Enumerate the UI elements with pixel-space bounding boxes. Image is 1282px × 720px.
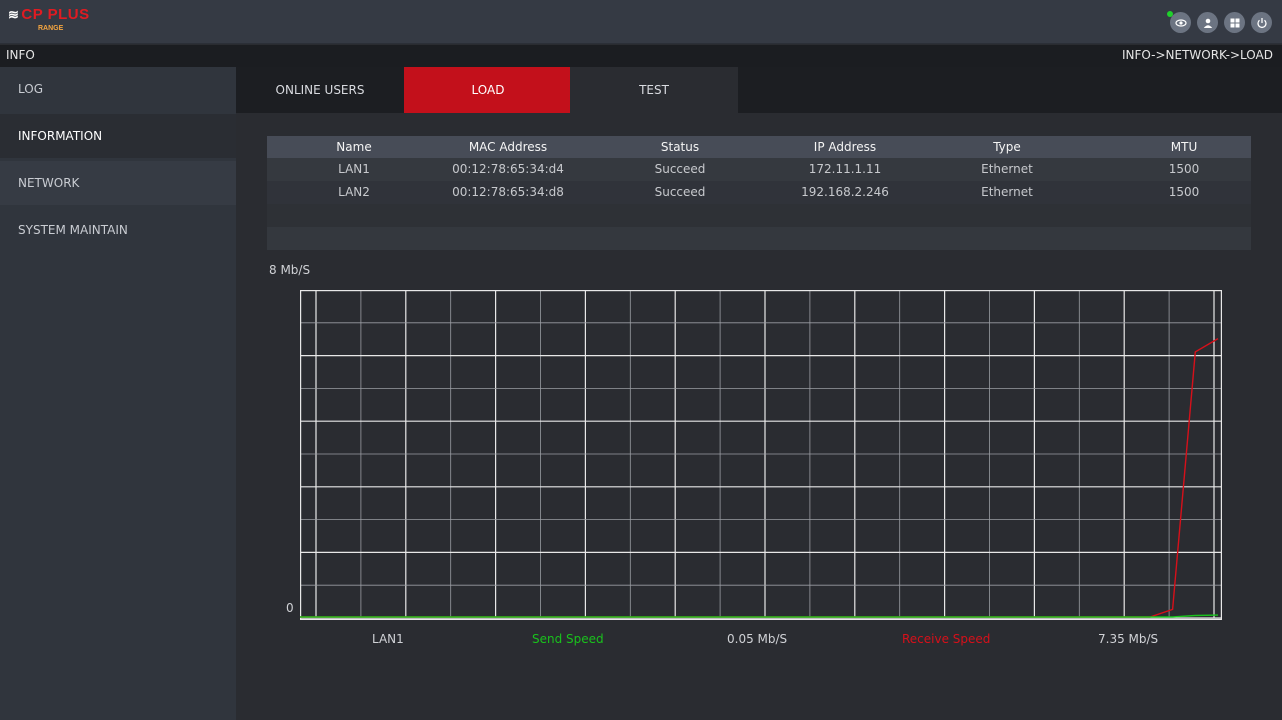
column-header-name: Name	[336, 140, 372, 154]
y-axis-max-label: 8 Mb/S	[269, 263, 311, 277]
sidebar-item-label: INFORMATION	[18, 129, 103, 143]
sidebar-item-system-maintain[interactable]: SYSTEM MAINTAIN	[0, 208, 236, 252]
sidebar-item-label: LOG	[18, 82, 44, 96]
sidebar-item-label: NETWORK	[18, 176, 80, 190]
top-bar: ≋ CP PLUS RANGE	[0, 0, 1282, 44]
table-row[interactable]: LAN1 00:12:78:65:34:d4 Succeed 172.11.1.…	[267, 158, 1251, 181]
page-title: INFO	[6, 48, 35, 62]
load-chart	[300, 290, 1222, 620]
grid-icon[interactable]	[1224, 12, 1245, 33]
brand-logo: ≋ CP PLUS RANGE	[8, 6, 90, 32]
power-icon[interactable]	[1251, 12, 1272, 33]
sidebar-item-information[interactable]: INFORMATION	[0, 114, 236, 158]
sidebar: LOG INFORMATION NETWORK SYSTEM MAINTAIN	[0, 67, 236, 720]
sidebar-item-log[interactable]: LOG	[0, 67, 236, 111]
logo-text: CP PLUS	[21, 6, 90, 23]
column-header-type: Type	[993, 140, 1021, 154]
legend-receive-label: Receive Speed	[902, 632, 991, 646]
tab-label: TEST	[639, 83, 669, 97]
tab-load[interactable]: LOAD	[404, 67, 572, 113]
tab-online-users[interactable]: ONLINE USERS	[236, 67, 404, 113]
table-row[interactable]: LAN2 00:12:78:65:34:d8 Succeed 192.168.2…	[267, 181, 1251, 204]
cell-mac: 00:12:78:65:34:d8	[452, 185, 564, 199]
info-bar: INFO INFO->NETWORK->LOAD	[0, 45, 1282, 67]
legend-receive-value: 7.35 Mb/S	[1098, 632, 1159, 646]
breadcrumb: INFO->NETWORK->LOAD	[1121, 48, 1273, 62]
eye-icon[interactable]	[1167, 11, 1191, 33]
column-header-mtu: MTU	[1170, 140, 1198, 154]
sidebar-item-label: SYSTEM MAINTAIN	[18, 223, 128, 237]
cell-mtu: 1500	[1168, 162, 1200, 176]
tab-label: LOAD	[471, 83, 505, 97]
cell-name: LAN2	[338, 185, 370, 199]
cell-mtu: 1500	[1168, 185, 1200, 199]
tab-test[interactable]: TEST	[570, 67, 738, 113]
user-icon[interactable]	[1197, 12, 1218, 33]
cell-type: Ethernet	[981, 185, 1033, 199]
sidebar-item-network[interactable]: NETWORK	[0, 161, 236, 205]
cell-type: Ethernet	[981, 162, 1033, 176]
cell-mac: 00:12:78:65:34:d4	[452, 162, 564, 176]
cell-ip: 172.11.1.11	[808, 162, 882, 176]
table-row-empty	[267, 204, 1251, 227]
cell-name: LAN1	[338, 162, 370, 176]
chart-legend: LAN1 Send Speed 0.05 Mb/S Receive Speed …	[236, 632, 1282, 652]
tab-label: ONLINE USERS	[275, 83, 365, 97]
logo-subtext: RANGE	[38, 25, 64, 32]
legend-send-value: 0.05 Mb/S	[727, 632, 788, 646]
tab-bar: ONLINE USERS LOAD TEST	[236, 67, 1282, 113]
legend-interface: LAN1	[372, 632, 404, 646]
cell-status: Succeed	[654, 162, 706, 176]
network-table: Name MAC Address Status IP Address Type …	[267, 136, 1251, 250]
column-header-mac: MAC Address	[468, 140, 548, 154]
table-row-empty	[267, 227, 1251, 250]
table-header: Name MAC Address Status IP Address Type …	[267, 136, 1251, 158]
legend-send-label: Send Speed	[532, 632, 604, 646]
y-axis-min-label: 0	[286, 601, 294, 615]
cell-status: Succeed	[654, 185, 706, 199]
column-header-status: Status	[660, 140, 700, 154]
status-dot	[1167, 11, 1173, 17]
column-header-ip: IP Address	[813, 140, 877, 154]
cell-ip: 192.168.2.246	[801, 185, 889, 199]
chart-background	[300, 290, 1222, 620]
